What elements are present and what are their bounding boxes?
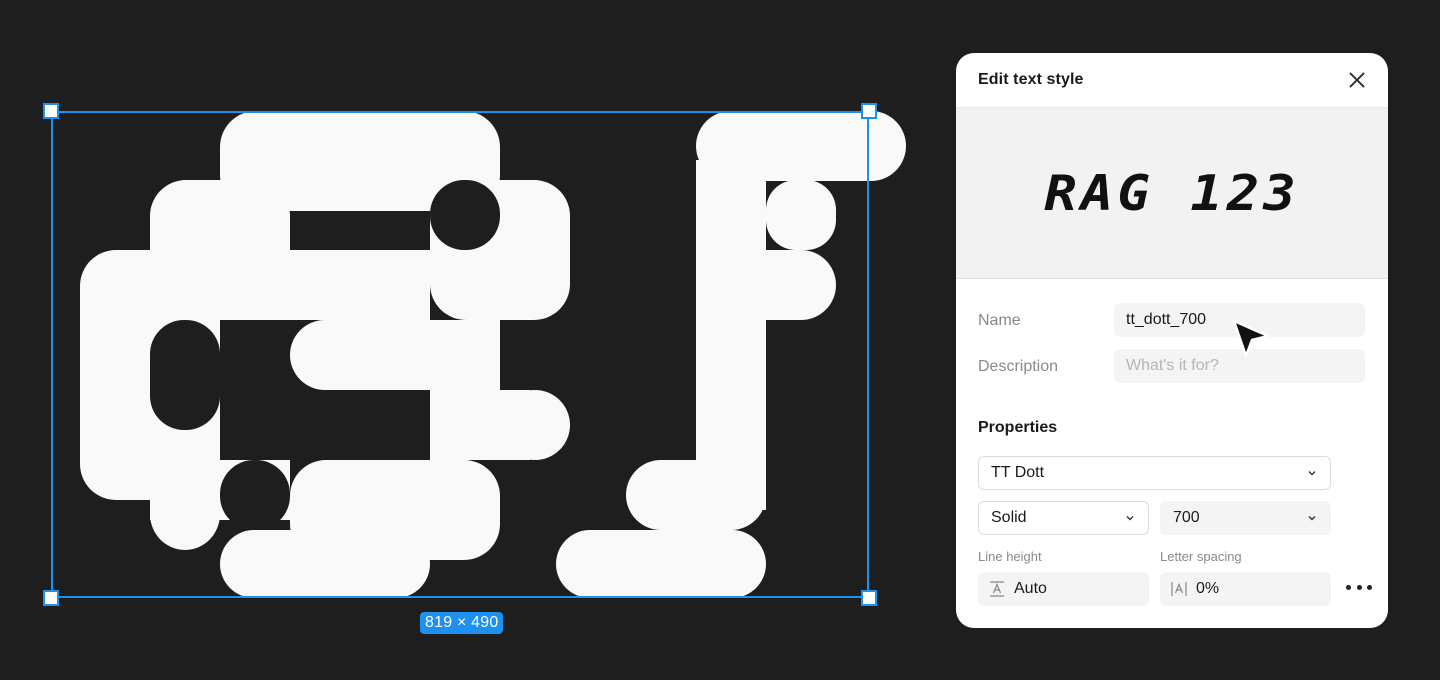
preview-text: RAG 123 bbox=[1044, 164, 1300, 222]
more-icon[interactable] bbox=[1346, 577, 1372, 597]
name-label: Name bbox=[978, 312, 1021, 329]
resize-handle-top-right[interactable] bbox=[861, 103, 877, 119]
line-height-input[interactable]: Auto bbox=[978, 572, 1149, 606]
chevron-down-icon bbox=[1308, 471, 1316, 476]
panel-title: Edit text style bbox=[978, 71, 1084, 88]
fill-type-select[interactable]: Solid bbox=[978, 501, 1149, 535]
pointer-cursor-icon bbox=[1232, 319, 1270, 358]
description-label: Description bbox=[978, 358, 1059, 375]
close-icon[interactable] bbox=[1346, 69, 1368, 91]
chevron-down-icon bbox=[1308, 516, 1316, 521]
letter-spacing-value: 0% bbox=[1196, 580, 1220, 597]
line-height-label: Line height bbox=[978, 549, 1042, 564]
chevron-down-icon bbox=[1126, 516, 1134, 521]
selection-size-badge: 819 × 490 bbox=[420, 612, 504, 634]
font-preview: RAG 123 bbox=[956, 108, 1388, 279]
resize-handle-bottom-left[interactable] bbox=[43, 590, 59, 606]
font-weight-select[interactable]: 700 bbox=[1160, 501, 1331, 535]
letter-spacing-input[interactable]: 0% bbox=[1160, 572, 1331, 606]
line-height-value: Auto bbox=[1014, 580, 1047, 597]
properties-title: Properties bbox=[978, 419, 1058, 436]
line-height-icon bbox=[990, 581, 1004, 597]
fill-type-value: Solid bbox=[991, 509, 1027, 526]
panel-header: Edit text style bbox=[956, 53, 1388, 108]
resize-handle-bottom-right[interactable] bbox=[861, 590, 877, 606]
font-family-select[interactable]: TT Dott bbox=[978, 456, 1331, 490]
resize-handle-top-left[interactable] bbox=[43, 103, 59, 119]
font-family-value: TT Dott bbox=[991, 464, 1045, 481]
edit-text-style-panel: Edit text style RAG 123 Name tt_dott_700… bbox=[956, 53, 1388, 628]
font-weight-value: 700 bbox=[1173, 509, 1200, 526]
letter-spacing-label: Letter spacing bbox=[1160, 549, 1242, 564]
letter-spacing-icon bbox=[1171, 582, 1187, 596]
